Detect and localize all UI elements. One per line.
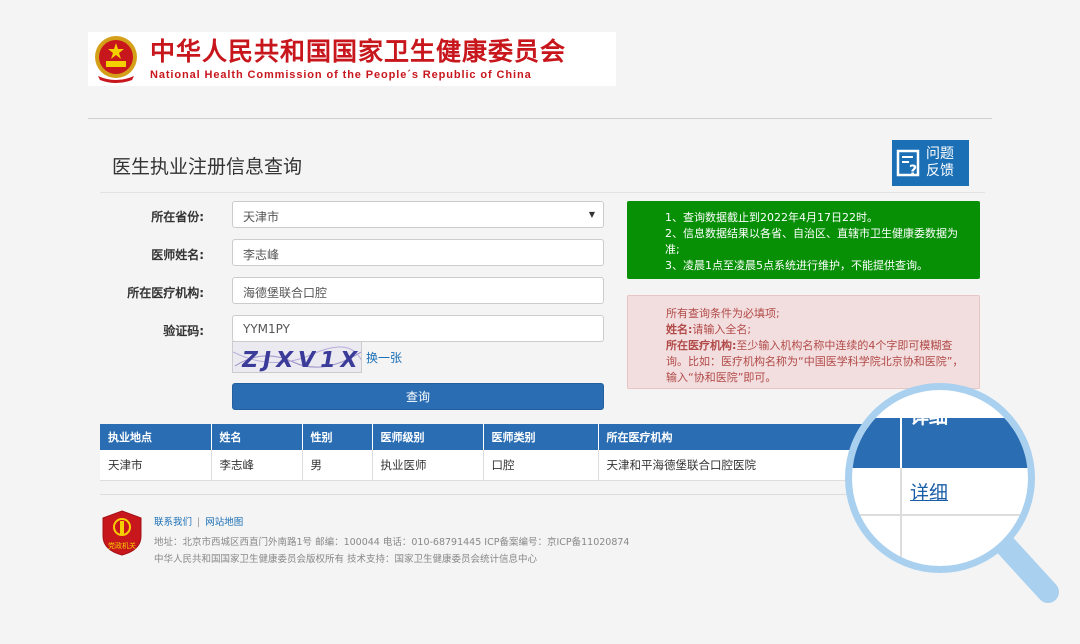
- footer-logo-text: 党政机关: [108, 541, 136, 550]
- column-header: 姓名: [211, 424, 303, 450]
- footer-copyright: 中华人民共和国国家卫生健康委员会版权所有 技术支持：国家卫生健康委员会统计信息中…: [154, 554, 538, 565]
- notice-rules-name-key: 姓名:: [666, 323, 693, 336]
- notice-info-line-1: 1、查询数据截止到2022年4月17日22时。: [665, 211, 878, 224]
- org-label: 所在医疗机构:: [127, 286, 204, 300]
- table-cell: 天津市: [100, 450, 212, 481]
- org-name-cn: 中华人民共和国国家卫生健康委员会: [150, 37, 567, 66]
- dropdown-arrow-icon: ▼: [588, 210, 595, 219]
- column-header: 执业地点: [100, 424, 212, 450]
- captcha-image-text: ZJXV1X: [240, 347, 362, 373]
- divider: [88, 118, 992, 119]
- notice-rules-name-text: 请输入全名;: [692, 323, 752, 336]
- detail-link[interactable]: 详细: [910, 478, 948, 505]
- province-row: 所在省份: 天津市 ▼: [100, 201, 610, 231]
- notice-info-box: 1、查询数据截止到2022年4月17日22时。 2、信息数据结果以各省、自治区、…: [627, 201, 980, 279]
- divider: [100, 192, 985, 193]
- header-banner: 中华人民共和国国家卫生健康委员会 National Health Commiss…: [88, 32, 616, 86]
- column-header: 医师级别: [372, 424, 484, 450]
- feedback-document-icon: ?: [892, 140, 926, 186]
- province-selected-value: 天津市: [243, 210, 280, 224]
- table-cell: 李志峰: [211, 450, 303, 481]
- feedback-label-2: 反馈: [926, 163, 954, 179]
- org-name-en: National Health Commission of the People…: [150, 69, 532, 81]
- footer-address: 地址：北京市西城区西直门外南路1号 邮编：100044 电话：010-68791…: [154, 537, 630, 548]
- medical-org-input[interactable]: 海德堡联合口腔: [232, 277, 604, 304]
- notice-rules-line-1: 所有查询条件为必填项;: [666, 307, 780, 320]
- svg-text:?: ?: [909, 163, 917, 178]
- captcha-refresh-link[interactable]: 换一张: [366, 349, 402, 366]
- table-cell: 口腔: [483, 450, 599, 481]
- notice-info-line-2: 2、信息数据结果以各省、自治区、直辖市卫生健康委数据为准;: [665, 227, 958, 256]
- query-button[interactable]: 查询: [232, 383, 604, 410]
- province-label: 所在省份:: [151, 210, 204, 224]
- magnifier-header-label: 详细: [910, 406, 949, 428]
- captcha-input[interactable]: YYM1PY: [232, 315, 604, 342]
- captcha-image[interactable]: ZJXV1X: [232, 341, 362, 373]
- magnifier-lens: 详细 详细: [845, 383, 1035, 573]
- table-cell: 执业医师: [372, 450, 484, 481]
- party-government-logo-icon[interactable]: 党政机关: [101, 510, 143, 556]
- column-header: 医师类别: [483, 424, 599, 450]
- table-cell: 男: [302, 450, 373, 481]
- footer-links: 联系我们 | 网站地图: [154, 517, 244, 528]
- notice-rules-box: 所有查询条件为必填项; 姓名:请输入全名; 所在医疗机构:至少输入机构名称中连续…: [627, 295, 980, 389]
- doctor-name-input[interactable]: 李志峰: [232, 239, 604, 266]
- page-title: 医生执业注册信息查询: [112, 156, 303, 178]
- notice-rules-org-key: 所在医疗机构:: [666, 339, 737, 352]
- feedback-button[interactable]: ? 问题 反馈: [892, 140, 969, 186]
- notice-info-line-3: 3、凌晨1点至凌晨5点系统进行维护，不能提供查询。: [665, 259, 928, 272]
- contact-us-link[interactable]: 联系我们: [154, 517, 192, 528]
- feedback-label-1: 问题: [926, 146, 954, 162]
- captcha-label: 验证码:: [163, 324, 204, 338]
- name-label: 医师姓名:: [151, 248, 204, 262]
- org-row: 所在医疗机构: 海德堡联合口腔: [100, 277, 610, 307]
- province-select[interactable]: 天津市 ▼: [232, 201, 604, 228]
- name-row: 医师姓名: 李志峰: [100, 239, 610, 269]
- column-header: 性别: [302, 424, 373, 450]
- sitemap-link[interactable]: 网站地图: [205, 517, 243, 528]
- national-emblem-icon: [88, 32, 144, 86]
